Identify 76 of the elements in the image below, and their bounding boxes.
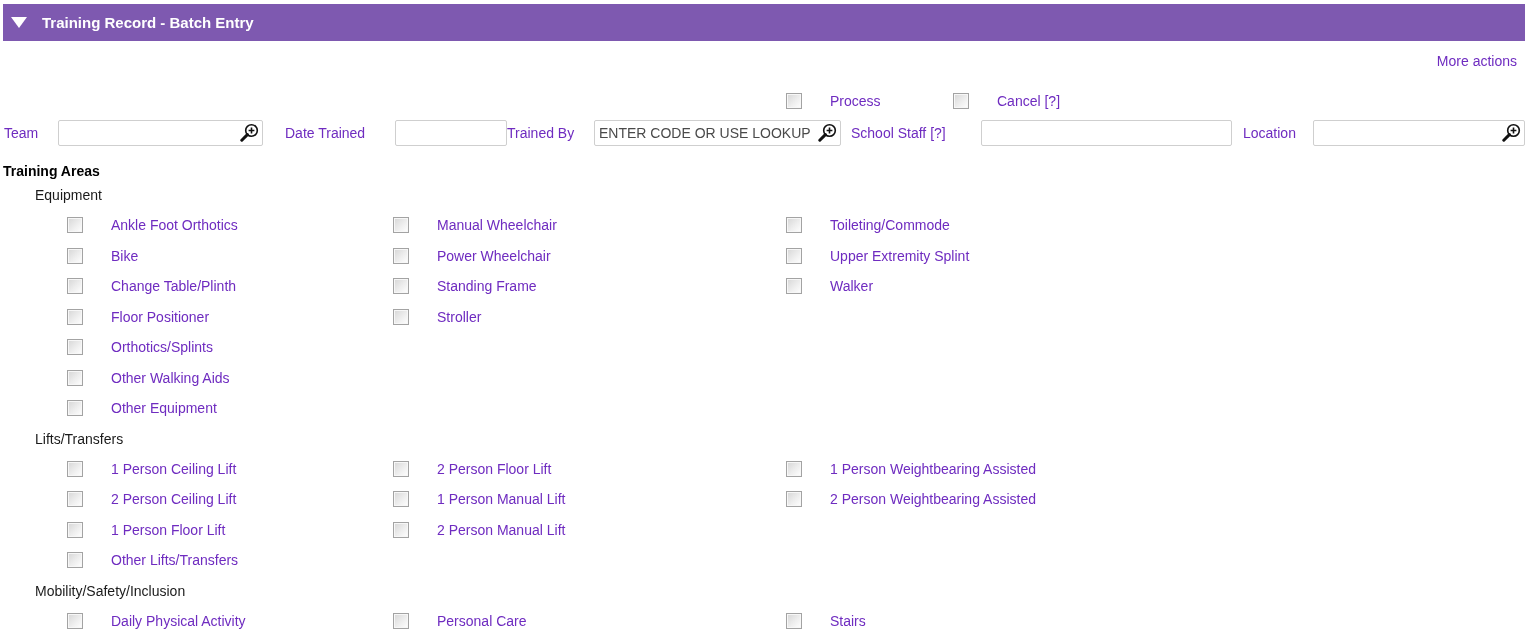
checkbox-label[interactable]: 2 Person Manual Lift bbox=[437, 520, 566, 539]
checkbox[interactable] bbox=[393, 247, 409, 264]
checkbox[interactable] bbox=[786, 460, 802, 477]
checkbox[interactable] bbox=[67, 460, 83, 477]
checkbox-label[interactable]: Upper Extremity Splint bbox=[830, 246, 970, 265]
checkbox-label[interactable]: Stairs bbox=[830, 611, 866, 630]
checkbox-label[interactable]: Toileting/Commode bbox=[830, 216, 950, 235]
checkbox-label[interactable]: Personal Care bbox=[437, 611, 527, 630]
option-label[interactable]: Process bbox=[830, 92, 881, 110]
checkbox[interactable] bbox=[393, 217, 409, 234]
search-icon[interactable] bbox=[818, 123, 837, 142]
checkbox[interactable] bbox=[67, 552, 83, 569]
checkbox-label[interactable]: Other Walking Aids bbox=[111, 368, 230, 387]
more-actions-link[interactable]: More actions bbox=[1436, 52, 1517, 70]
checkbox-label[interactable]: Standing Frame bbox=[437, 277, 537, 296]
checkbox-label[interactable]: Other Lifts/Transfers bbox=[111, 551, 239, 570]
checkbox[interactable] bbox=[953, 93, 969, 109]
checkbox[interactable] bbox=[67, 369, 83, 386]
checkbox[interactable] bbox=[786, 278, 802, 295]
checkbox[interactable] bbox=[393, 460, 409, 477]
checkbox-label[interactable]: 2 Person Weightbearing Assisted bbox=[830, 490, 1036, 509]
checkbox-label[interactable]: Orthotics/Splints bbox=[111, 338, 213, 357]
checkbox[interactable] bbox=[67, 217, 83, 234]
checkbox-label[interactable]: 1 Person Weightbearing Assisted bbox=[830, 459, 1036, 478]
checkbox[interactable] bbox=[393, 521, 409, 538]
checkbox[interactable] bbox=[393, 308, 409, 325]
panel-title: Training Record - Batch Entry bbox=[42, 13, 254, 32]
checkbox-label[interactable]: 1 Person Ceiling Lift bbox=[111, 459, 237, 478]
option-label[interactable]: Cancel [?] bbox=[997, 92, 1061, 110]
text-field[interactable] bbox=[981, 120, 1232, 146]
checkbox[interactable] bbox=[786, 247, 802, 264]
checkbox-label[interactable]: 2 Person Floor Lift bbox=[437, 459, 552, 478]
checkbox[interactable] bbox=[67, 521, 83, 538]
field-label: School Staff [?] bbox=[851, 124, 946, 142]
checkbox-label[interactable]: Ankle Foot Orthotics bbox=[111, 216, 238, 235]
group-title: Equipment bbox=[35, 186, 102, 204]
checkbox[interactable] bbox=[786, 612, 802, 629]
group-title: Mobility/Safety/Inclusion bbox=[35, 581, 186, 600]
group-title: Lifts/Transfers bbox=[35, 429, 124, 448]
checkbox[interactable] bbox=[67, 339, 83, 356]
checkbox[interactable] bbox=[393, 612, 409, 629]
search-icon[interactable] bbox=[1502, 123, 1521, 142]
checkbox[interactable] bbox=[786, 93, 802, 109]
checkbox[interactable] bbox=[67, 308, 83, 325]
field-label: Location bbox=[1243, 124, 1296, 142]
field-label: Trained By bbox=[507, 124, 575, 142]
checkbox[interactable] bbox=[67, 278, 83, 295]
checkbox-label[interactable]: 1 Person Manual Lift bbox=[437, 490, 566, 509]
checkbox-label[interactable]: Manual Wheelchair bbox=[437, 216, 557, 235]
checkbox[interactable] bbox=[67, 612, 83, 629]
lookup-field[interactable] bbox=[1313, 120, 1525, 146]
checkbox[interactable] bbox=[67, 400, 83, 417]
field-label: Team bbox=[4, 124, 39, 142]
field-label: Date Trained bbox=[285, 124, 366, 142]
checkbox[interactable] bbox=[393, 491, 409, 508]
checkbox-label[interactable]: Stroller bbox=[437, 307, 482, 326]
checkbox-label[interactable]: Other Equipment bbox=[111, 399, 217, 418]
lookup-field[interactable] bbox=[58, 120, 263, 146]
caret-icon[interactable] bbox=[11, 17, 27, 28]
text-field[interactable] bbox=[395, 120, 507, 146]
checkbox-label[interactable]: Change Table/Plinth bbox=[111, 277, 237, 296]
checkbox-label[interactable]: Daily Physical Activity bbox=[111, 611, 246, 630]
section-title: Training Areas bbox=[3, 162, 101, 180]
checkbox-label[interactable]: 2 Person Ceiling Lift bbox=[111, 490, 237, 509]
search-icon[interactable] bbox=[240, 123, 259, 142]
checkbox[interactable] bbox=[67, 491, 83, 508]
checkbox-label[interactable]: Walker bbox=[830, 277, 874, 296]
checkbox-label[interactable]: 1 Person Floor Lift bbox=[111, 520, 226, 539]
checkbox[interactable] bbox=[786, 491, 802, 508]
checkbox-label[interactable]: Bike bbox=[111, 246, 139, 265]
checkbox-label[interactable]: Floor Positioner bbox=[111, 307, 210, 326]
checkbox[interactable] bbox=[67, 247, 83, 264]
checkbox[interactable] bbox=[393, 278, 409, 295]
checkbox[interactable] bbox=[786, 217, 802, 234]
lookup-field[interactable]: ENTER CODE OR USE LOOKUP bbox=[594, 120, 841, 146]
checkbox-label[interactable]: Power Wheelchair bbox=[437, 246, 551, 265]
